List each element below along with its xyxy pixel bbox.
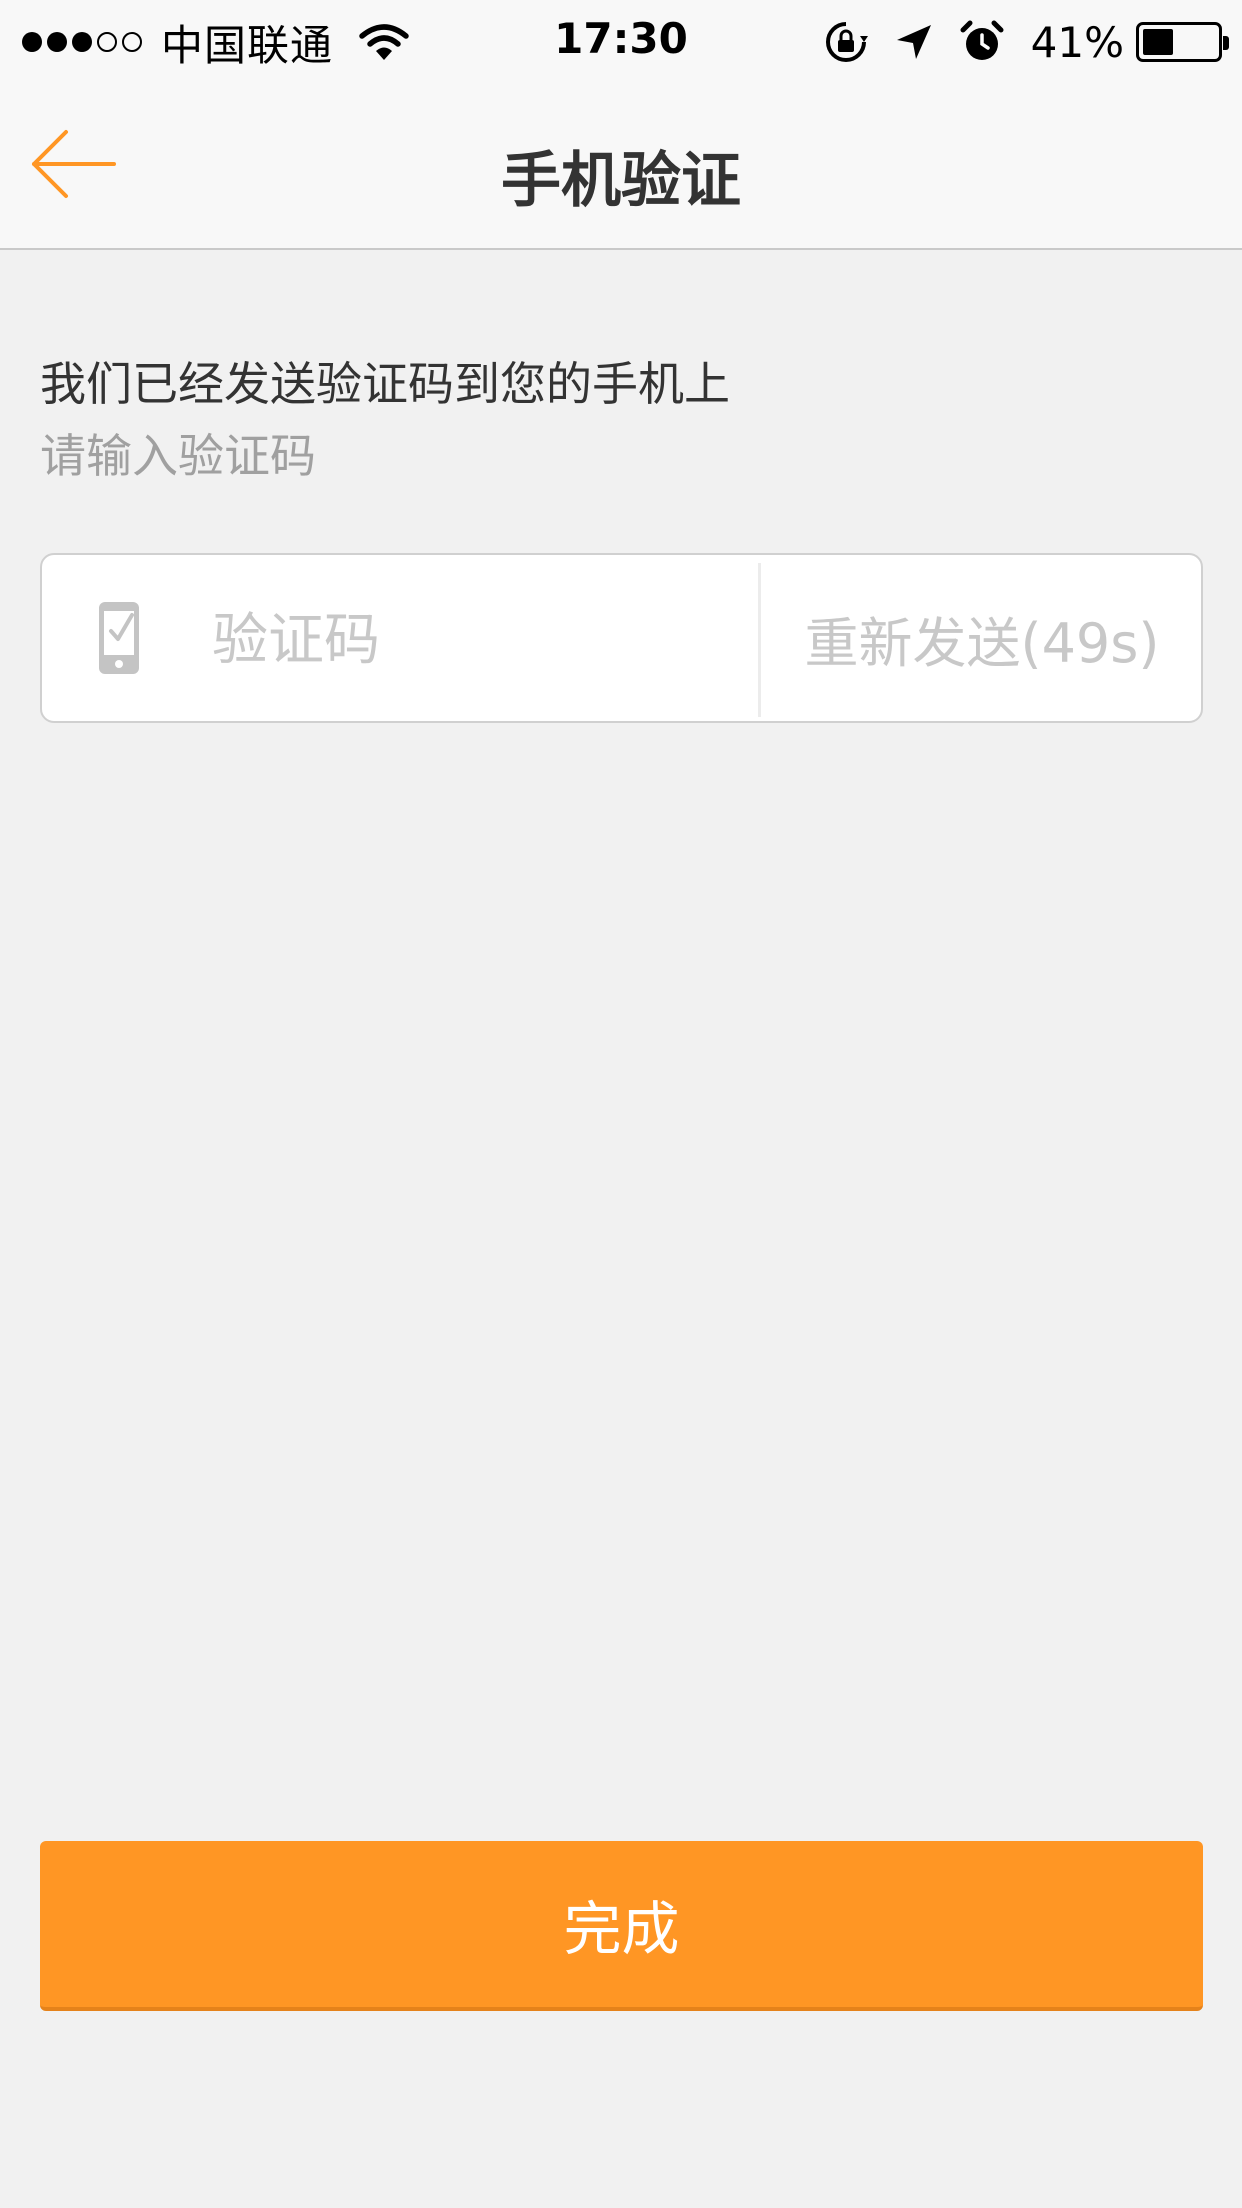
phone-verification-screen: 中国联通 17:30 41% 手机验证 我们已经发送验证码到您的手机上 请输入验… xyxy=(0,0,1242,2208)
battery-level xyxy=(1143,29,1173,55)
resend-code-button[interactable]: 重新发送(49s) xyxy=(761,555,1203,721)
verification-code-card: 重新发送(49s) xyxy=(40,553,1203,723)
verification-code-input[interactable] xyxy=(212,585,752,695)
location-arrow-icon xyxy=(896,25,931,59)
battery-tip xyxy=(1223,36,1229,50)
instruction-text: 我们已经发送验证码到您的手机上 xyxy=(40,357,730,411)
navigation-bar: 手机验证 xyxy=(0,84,1242,250)
instruction-subtext: 请输入验证码 xyxy=(40,429,316,483)
battery-icon xyxy=(1136,22,1229,62)
status-right: 41% xyxy=(801,12,1229,72)
alarm-icon xyxy=(960,20,1004,60)
phone-check-icon xyxy=(99,602,139,674)
page-title: 手机验证 xyxy=(501,146,741,216)
status-bar: 中国联通 17:30 41% xyxy=(0,0,1242,84)
orientation-lock-icon xyxy=(825,22,868,62)
done-button[interactable]: 完成 xyxy=(40,1841,1203,2011)
battery-percent: 41% xyxy=(1030,17,1124,67)
